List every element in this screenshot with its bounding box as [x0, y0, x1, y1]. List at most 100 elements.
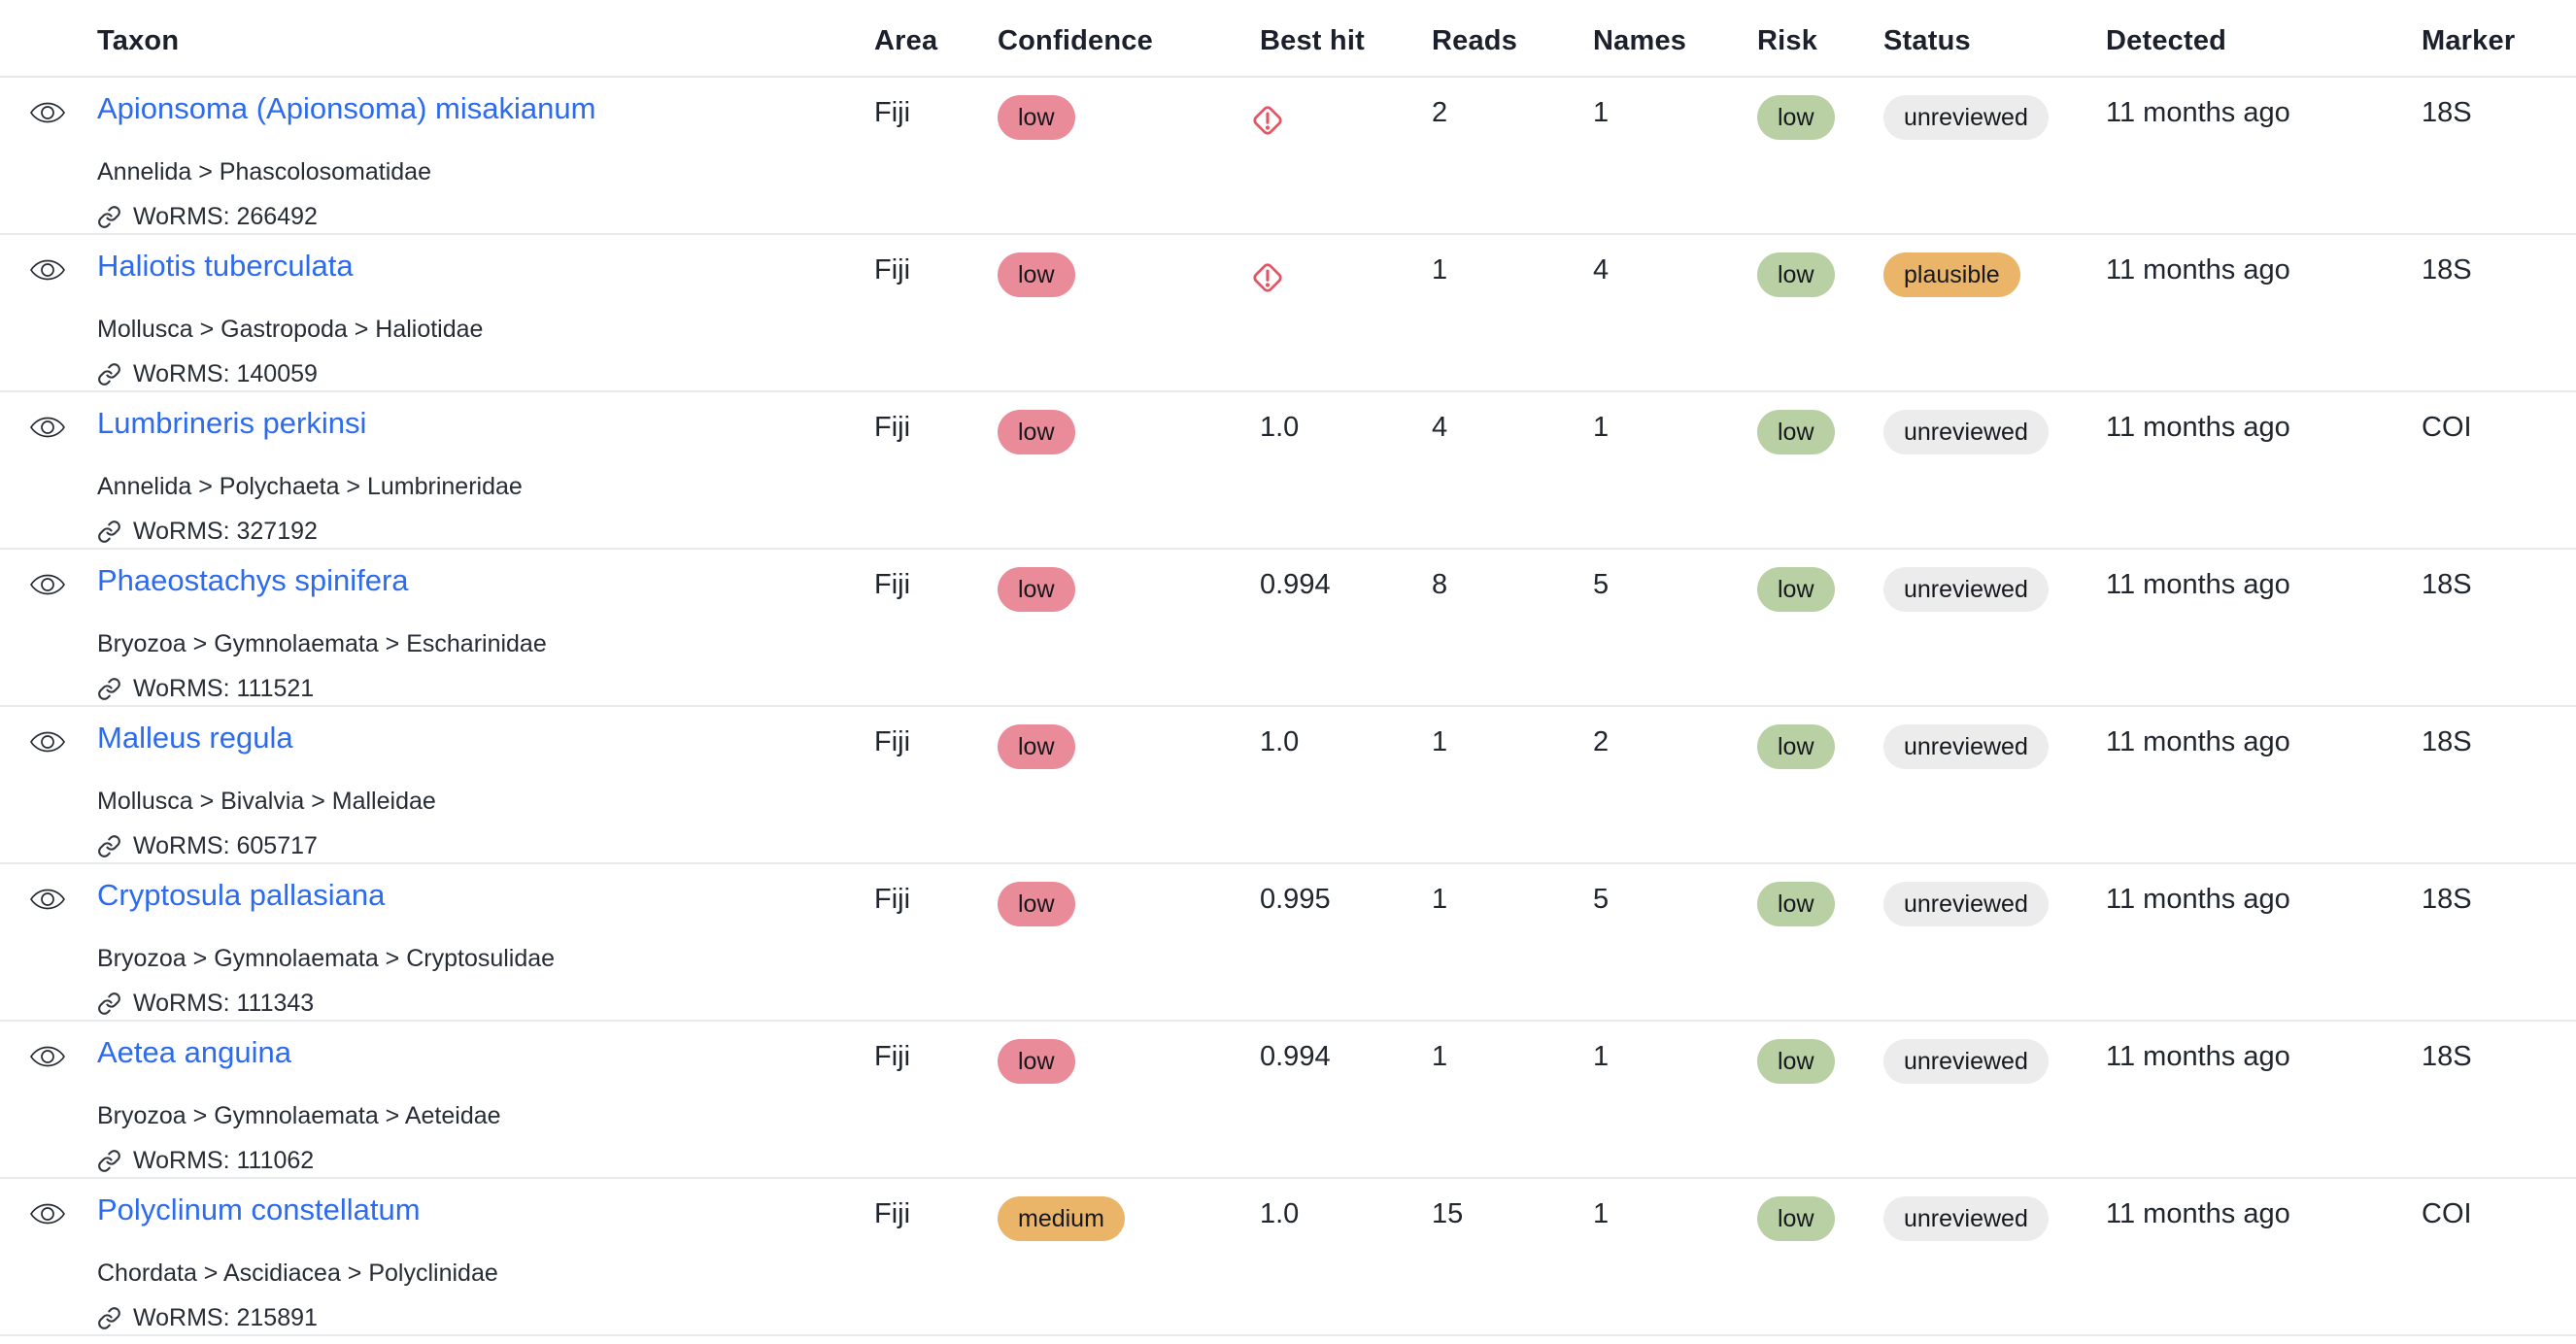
taxon-link[interactable]: Lumbrineris perkinsi — [97, 404, 366, 443]
column-header-names: Names — [1593, 25, 1757, 57]
reads-cell: 1 — [1432, 1022, 1593, 1076]
names-cell: 5 — [1593, 550, 1757, 604]
taxa-table: Taxon Area Confidence Best hit Reads Nam… — [0, 0, 2576, 1336]
risk-badge: low — [1757, 95, 1835, 140]
best-hit-cell: 1.0 — [1260, 707, 1432, 761]
detected-cell: 11 months ago — [2106, 235, 2422, 289]
marker-cell: 18S — [2422, 78, 2576, 132]
marker-cell: 18S — [2422, 550, 2576, 604]
taxon-link[interactable]: Aetea anguina — [97, 1033, 291, 1072]
view-taxon-button[interactable] — [29, 412, 66, 443]
area-cell: Fiji — [874, 1022, 998, 1076]
status-badge: unreviewed — [1883, 410, 2049, 454]
confidence-badge: low — [998, 724, 1075, 769]
table-row: Cryptosula pallasiana Bryozoa > Gymnolae… — [0, 864, 2576, 1022]
view-taxon-button[interactable] — [29, 1198, 66, 1229]
detected-cell: 11 months ago — [2106, 550, 2422, 604]
link-icon — [97, 362, 121, 386]
taxon-link[interactable]: Polyclinum constellatum — [97, 1191, 421, 1229]
table-row: Lumbrineris perkinsi Annelida > Polychae… — [0, 392, 2576, 550]
marker-cell: 18S — [2422, 864, 2576, 919]
area-cell: Fiji — [874, 550, 998, 604]
column-header-marker: Marker — [2422, 25, 2576, 57]
view-taxon-button[interactable] — [29, 726, 66, 757]
names-cell: 1 — [1593, 392, 1757, 447]
worms-link[interactable]: WoRMS: 266492 — [97, 201, 874, 232]
worms-link[interactable]: WoRMS: 111343 — [97, 988, 874, 1019]
best-hit-cell: 1.0 — [1260, 1179, 1432, 1233]
worms-link[interactable]: WoRMS: 111062 — [97, 1145, 874, 1176]
status-badge: unreviewed — [1883, 1039, 2049, 1084]
detected-cell: 11 months ago — [2106, 78, 2422, 132]
taxon-lineage: Annelida > Polychaeta > Lumbrineridae — [97, 471, 874, 502]
reads-cell: 15 — [1432, 1179, 1593, 1233]
taxon-link[interactable]: Apionsoma (Apionsoma) misakianum — [97, 89, 595, 128]
table-header-row: Taxon Area Confidence Best hit Reads Nam… — [0, 0, 2576, 78]
marker-cell: 18S — [2422, 235, 2576, 289]
reads-cell: 2 — [1432, 78, 1593, 132]
reads-cell: 4 — [1432, 392, 1593, 447]
reads-cell: 8 — [1432, 550, 1593, 604]
detected-cell: 11 months ago — [2106, 1022, 2422, 1076]
worms-id: WoRMS: 605717 — [133, 830, 318, 861]
taxon-lineage: Annelida > Phascolosomatidae — [97, 156, 874, 187]
marker-cell: COI — [2422, 1179, 2576, 1233]
column-header-confidence: Confidence — [998, 25, 1260, 57]
link-icon — [97, 205, 121, 229]
status-badge: plausible — [1883, 252, 2020, 297]
worms-id: WoRMS: 140059 — [133, 358, 318, 389]
names-cell: 5 — [1593, 864, 1757, 919]
best-hit-cell: 0.994 — [1260, 1022, 1432, 1076]
table-row: Haliotis tuberculata Mollusca > Gastropo… — [0, 235, 2576, 392]
worms-id: WoRMS: 111062 — [133, 1145, 314, 1176]
table-row: Phaeostachys spinifera Bryozoa > Gymnola… — [0, 550, 2576, 707]
names-cell: 4 — [1593, 235, 1757, 289]
column-header-best-hit: Best hit — [1260, 25, 1432, 57]
names-cell: 1 — [1593, 1179, 1757, 1233]
taxon-link[interactable]: Phaeostachys spinifera — [97, 561, 409, 600]
detected-cell: 11 months ago — [2106, 1179, 2422, 1233]
column-header-reads: Reads — [1432, 25, 1593, 57]
detected-cell: 11 months ago — [2106, 392, 2422, 447]
names-cell: 1 — [1593, 1022, 1757, 1076]
worms-link[interactable]: WoRMS: 140059 — [97, 358, 874, 389]
best-hit-cell: 1.0 — [1260, 392, 1432, 447]
best-hit-cell: 0.995 — [1260, 864, 1432, 919]
link-icon — [97, 677, 121, 701]
best-hit-cell: 0.994 — [1260, 550, 1432, 604]
area-cell: Fiji — [874, 392, 998, 447]
area-cell: Fiji — [874, 235, 998, 289]
view-taxon-button[interactable] — [29, 569, 66, 600]
area-cell: Fiji — [874, 78, 998, 132]
worms-link[interactable]: WoRMS: 605717 — [97, 830, 874, 861]
risk-badge: low — [1757, 1039, 1835, 1084]
risk-badge: low — [1757, 724, 1835, 769]
area-cell: Fiji — [874, 1179, 998, 1233]
column-header-detected: Detected — [2106, 25, 2422, 57]
worms-link[interactable]: WoRMS: 111521 — [97, 673, 874, 704]
view-taxon-button[interactable] — [29, 884, 66, 915]
taxon-lineage: Mollusca > Bivalvia > Malleidae — [97, 786, 874, 817]
worms-link[interactable]: WoRMS: 327192 — [97, 516, 874, 547]
worms-link[interactable]: WoRMS: 215891 — [97, 1302, 874, 1333]
taxon-link[interactable]: Haliotis tuberculata — [97, 247, 354, 286]
link-icon — [97, 520, 121, 544]
taxon-link[interactable]: Malleus regula — [97, 719, 293, 757]
risk-badge: low — [1757, 567, 1835, 612]
reads-cell: 1 — [1432, 864, 1593, 919]
view-taxon-button[interactable] — [29, 97, 66, 128]
status-badge: unreviewed — [1883, 724, 2049, 769]
link-icon — [97, 834, 121, 858]
link-icon — [97, 1306, 121, 1330]
view-taxon-button[interactable] — [29, 1041, 66, 1072]
taxon-lineage: Bryozoa > Gymnolaemata > Escharinidae — [97, 628, 874, 659]
reads-cell: 1 — [1432, 707, 1593, 761]
risk-badge: low — [1757, 252, 1835, 297]
status-badge: unreviewed — [1883, 882, 2049, 926]
taxon-link[interactable]: Cryptosula pallasiana — [97, 876, 385, 915]
confidence-badge: medium — [998, 1196, 1125, 1241]
view-taxon-button[interactable] — [29, 254, 66, 286]
best-hit-warning-icon — [1246, 99, 1289, 142]
confidence-badge: low — [998, 882, 1075, 926]
status-badge: unreviewed — [1883, 95, 2049, 140]
